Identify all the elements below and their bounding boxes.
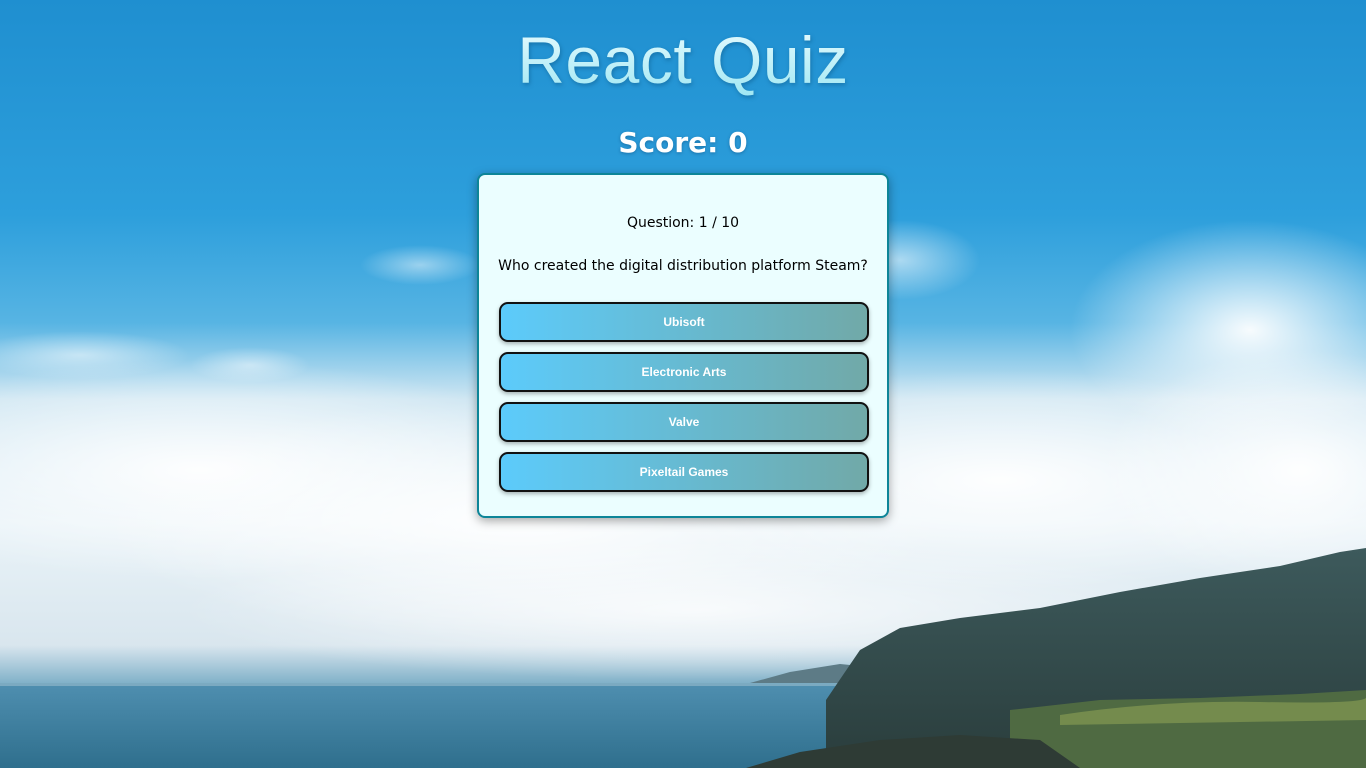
answer-list: Ubisoft Electronic Arts Valve Pixeltail … bbox=[499, 302, 869, 502]
question-text: Who created the digital distribution pla… bbox=[498, 258, 868, 274]
answer-button-ubisoft[interactable]: Ubisoft bbox=[499, 302, 869, 342]
app-title: React Quiz bbox=[0, 22, 1366, 98]
answer-button-pixeltail-games[interactable]: Pixeltail Games bbox=[499, 452, 869, 492]
quiz-app: React Quiz Score: 0 Question: 1 / 10 Who… bbox=[0, 0, 1366, 768]
answer-button-electronic-arts[interactable]: Electronic Arts bbox=[499, 352, 869, 392]
question-card: Question: 1 / 10 Who created the digital… bbox=[477, 173, 889, 518]
question-counter: Question: 1 / 10 bbox=[626, 215, 740, 231]
score-display: Score: 0 bbox=[618, 126, 748, 159]
answer-button-valve[interactable]: Valve bbox=[499, 402, 869, 442]
